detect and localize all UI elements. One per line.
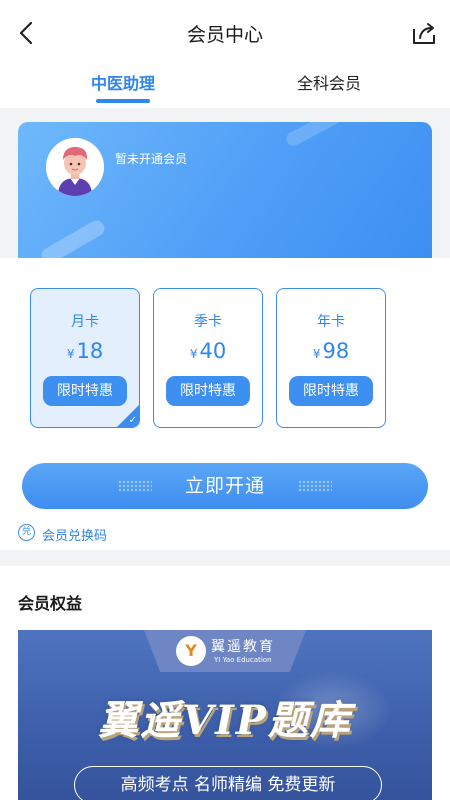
plan-price: ¥40 xyxy=(154,339,262,363)
currency-symbol: ¥ xyxy=(189,347,198,361)
plan-card-yearly[interactable]: 年卡 ¥98 限时特惠 xyxy=(276,288,386,428)
plan-name: 月卡 xyxy=(71,314,99,330)
open-membership-label: 立即开通 xyxy=(184,475,265,497)
checkmark-icon: ✓ xyxy=(128,415,137,426)
plan-card-quarterly[interactable]: 季卡 ¥40 限时特惠 xyxy=(153,288,263,428)
active-tab-indicator xyxy=(96,99,150,103)
share-icon[interactable] xyxy=(410,19,438,47)
benefits-section: 会员权益 Y 翼遥教育 YI Yao Education 翼遥VIP题库 高频考… xyxy=(0,566,450,800)
currency-symbol: ¥ xyxy=(312,347,321,361)
user-avatar-icon xyxy=(46,138,104,196)
avatar[interactable] xyxy=(46,138,104,196)
currency-symbol: ¥ xyxy=(66,347,75,361)
plan-name: 年卡 xyxy=(317,314,345,330)
brand-logo-icon: Y xyxy=(176,636,206,666)
tab-general-member[interactable]: 全科会员 xyxy=(266,70,392,94)
decor-dots xyxy=(298,480,332,492)
plan-name: 季卡 xyxy=(194,314,222,330)
price-value: 98 xyxy=(322,339,350,363)
membership-status: 暂未开通会员 xyxy=(115,152,188,166)
member-profile-card: 暂未开通会员 xyxy=(18,122,432,268)
page-title: 会员中心 xyxy=(186,24,263,46)
section-title: 会员权益 xyxy=(18,594,83,613)
tab-bar: 中医助理 全科会员 xyxy=(0,62,450,108)
limited-offer-button[interactable]: 限时特惠 xyxy=(43,376,127,406)
limited-offer-button[interactable]: 限时特惠 xyxy=(166,376,250,406)
price-value: 40 xyxy=(199,339,227,363)
tab-tcm-assistant[interactable]: 中医助理 xyxy=(60,70,186,94)
plan-panel: 月卡 ¥18 限时特惠 ✓ 季卡 ¥40 限时特惠 年卡 ¥98 限时特惠 立即… xyxy=(0,258,450,550)
top-bar: 会员中心 xyxy=(0,0,450,62)
redeem-label: 会员兑换码 xyxy=(42,529,108,544)
vip-banner[interactable]: Y 翼遥教育 YI Yao Education 翼遥VIP题库 高频考点 名师精… xyxy=(18,630,432,800)
decor-dots xyxy=(118,480,152,492)
banner-tags: 高频考点 名师精编 免费更新 xyxy=(74,766,382,800)
plan-price: ¥18 xyxy=(31,339,139,363)
limited-offer-button[interactable]: 限时特惠 xyxy=(289,376,373,406)
brand-name: 翼遥教育 xyxy=(211,639,275,655)
redeem-icon: 兑 xyxy=(18,524,35,541)
plan-price: ¥98 xyxy=(277,339,385,363)
banner-title: 翼遥VIP题库 xyxy=(98,697,352,744)
plan-card-monthly[interactable]: 月卡 ¥18 限时特惠 ✓ xyxy=(30,288,140,428)
open-membership-button[interactable]: 立即开通 xyxy=(22,463,428,509)
price-value: 18 xyxy=(76,339,104,363)
brand-subtitle: YI Yao Education xyxy=(214,656,272,664)
decor-stripe xyxy=(283,122,371,149)
